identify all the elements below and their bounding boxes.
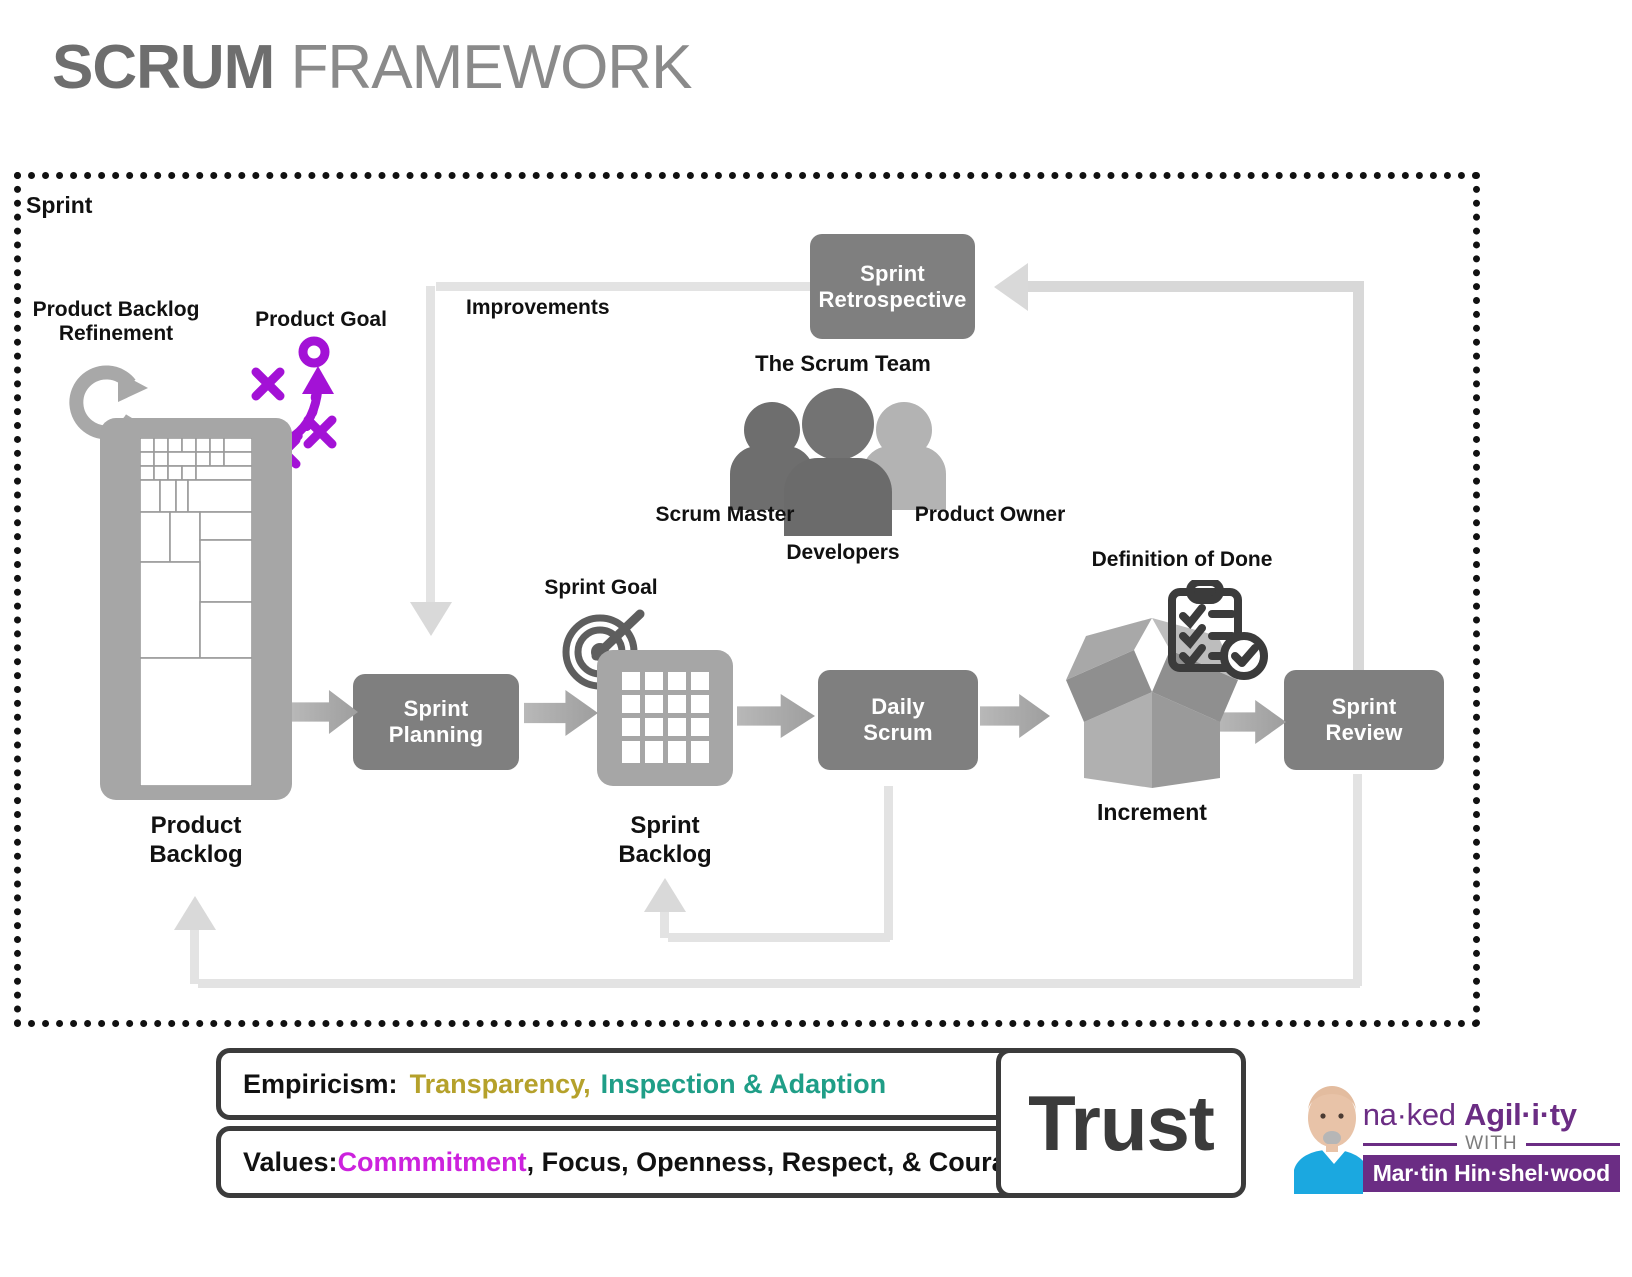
improvements-arrowhead	[410, 602, 452, 636]
sprint-backlog-label: Sprint Backlog	[618, 812, 712, 868]
the-scrum-team-label: The Scrum Team	[755, 351, 931, 376]
brand-with-row: WITH	[1362, 1133, 1621, 1155]
daily-scrum-loop-vertical	[884, 786, 893, 940]
product-backlog-refinement-label: Product Backlog Refinement	[32, 298, 200, 345]
title-bold: SCRUM	[52, 33, 275, 102]
trust-box: Trust	[996, 1048, 1246, 1198]
brand-rule-right	[1525, 1142, 1621, 1146]
review-loop-horizontal	[198, 979, 1360, 988]
brand-logo: na·ked Agil·i·ty WITH Mar·tin Hin·shel·w…	[1264, 1058, 1621, 1194]
product-backlog-loop-riser	[190, 930, 199, 984]
product-backlog-items-grid	[140, 438, 252, 786]
brand-person-name: Mar·tin Hin·shel·wood	[1362, 1155, 1620, 1192]
brand-name-part1: na·ked	[1362, 1097, 1465, 1132]
title-light: FRAMEWORK	[290, 33, 693, 102]
brand-name-part2: Agil·i·ty	[1464, 1097, 1577, 1132]
definition-of-done-checklist-icon	[1168, 580, 1268, 680]
brand-rule-left	[1362, 1142, 1458, 1146]
developers-label: Developers	[786, 541, 900, 564]
brand-with-label: WITH	[1465, 1133, 1518, 1154]
product-goal-label: Product Goal	[255, 308, 387, 331]
review-to-retrospective-horizontal	[1028, 281, 1364, 292]
sprint-goal-label: Sprint Goal	[544, 576, 658, 599]
product-owner-label: Product Owner	[914, 503, 1066, 526]
values-rest: , Focus, Openness, Respect, & Courage	[526, 1146, 1039, 1177]
presenter-photo	[1264, 1058, 1363, 1194]
empiricism-label: Empiricism:	[243, 1068, 398, 1099]
product-backlog-loop-arrowhead	[174, 896, 216, 930]
empiricism-transparency: Transparency,	[409, 1068, 591, 1099]
daily-scrum-loop-horizontal	[668, 933, 890, 942]
review-to-retrospective-vertical	[1353, 281, 1364, 673]
event-sprint-planning[interactable]: Sprint Planning	[353, 674, 519, 770]
sprint-backlog-loop-arrowhead	[644, 878, 686, 912]
brand-name: na·ked Agil·i·ty	[1363, 1097, 1620, 1133]
sprint-label: Sprint	[26, 192, 93, 218]
values-label: Values:	[243, 1146, 338, 1177]
values-commitment: Commmitment	[337, 1146, 527, 1177]
increment-label: Increment	[1097, 799, 1207, 825]
trust-label: Trust	[1028, 1078, 1215, 1167]
empiricism-inspection-adaption: Inspection & Adaption	[600, 1068, 887, 1099]
page-title: SCRUM FRAMEWORK	[52, 32, 693, 103]
sprint-backlog-items-grid	[622, 672, 709, 763]
event-daily-scrum[interactable]: Daily Scrum	[818, 670, 978, 770]
improvements-label: Improvements	[466, 296, 610, 319]
event-sprint-review[interactable]: Sprint Review	[1284, 670, 1444, 770]
retrospective-arrowhead	[994, 263, 1028, 311]
scrum-master-label: Scrum Master	[655, 503, 795, 526]
improvements-connector-horizontal	[436, 282, 810, 291]
values-bar: Values: Commmitment , Focus, Openness, R…	[216, 1126, 1039, 1198]
definition-of-done-label: Definition of Done	[1091, 548, 1273, 571]
review-loop-vertical	[1353, 774, 1362, 986]
event-sprint-retrospective[interactable]: Sprint Retrospective	[810, 234, 975, 339]
improvements-connector-vertical	[426, 286, 435, 608]
product-backlog-label: Product Backlog	[149, 812, 243, 868]
empiricism-bar: Empiricism: Transparency, Inspection & A…	[216, 1048, 1036, 1120]
